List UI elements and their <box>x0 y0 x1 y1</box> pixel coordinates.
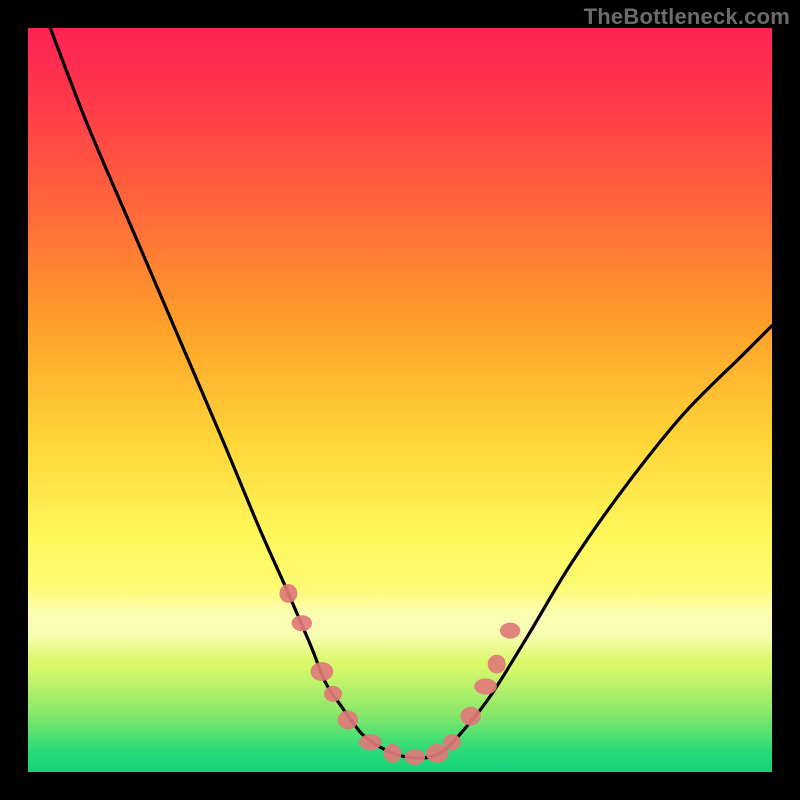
bottleneck-curve <box>50 28 772 758</box>
marker-dot <box>310 662 333 681</box>
marker-dot <box>384 744 402 763</box>
marker-dot <box>338 711 358 730</box>
plot-svg <box>28 28 772 772</box>
marker-dot <box>324 686 342 702</box>
marker-dot <box>359 734 382 750</box>
marker-group <box>279 584 520 765</box>
marker-dot <box>292 615 312 631</box>
chart-area <box>28 28 772 772</box>
marker-dot <box>405 749 425 765</box>
watermark-text: TheBottleneck.com <box>584 4 790 30</box>
marker-dot <box>488 655 506 674</box>
marker-dot <box>460 707 480 726</box>
marker-dot <box>279 584 297 603</box>
marker-dot <box>443 734 461 750</box>
marker-dot <box>500 623 520 639</box>
marker-dot <box>474 678 497 694</box>
